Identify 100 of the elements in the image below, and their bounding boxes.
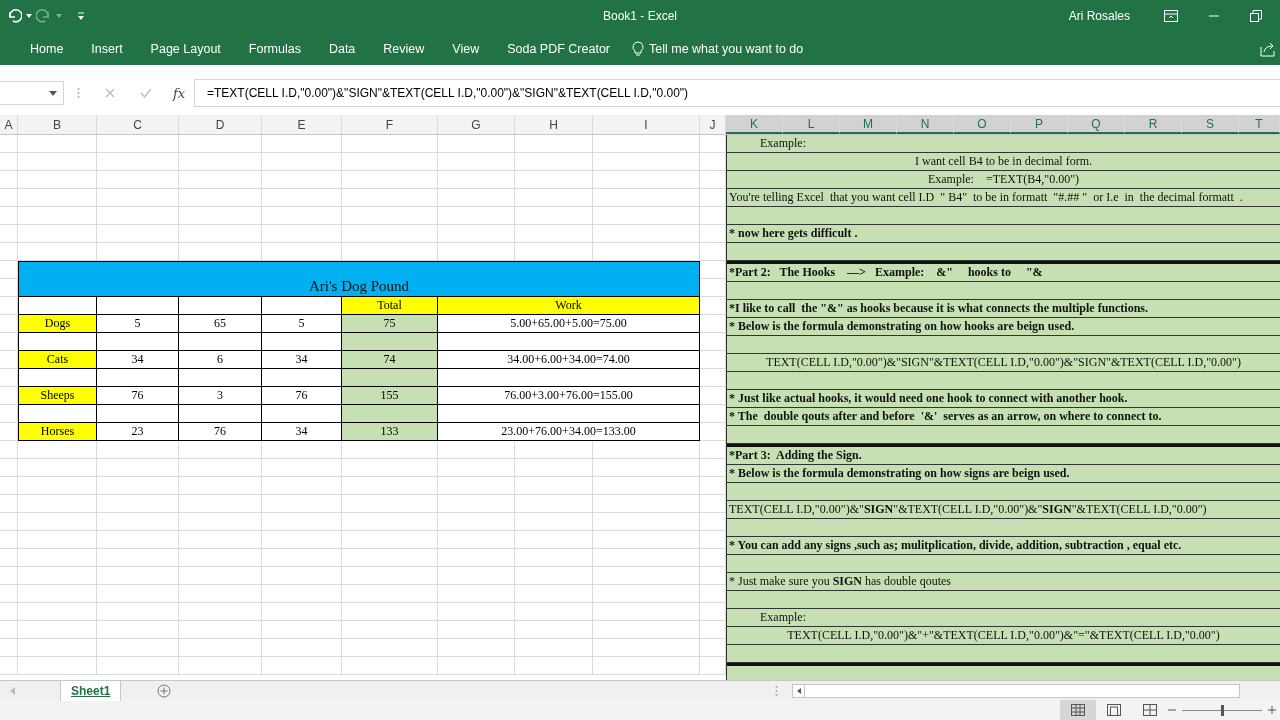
merged-cell: TEXT(CELL I.D,"0.00")&"SIGN"&TEXT(CELL I.D,"0.00")&"SIGN"&TEXT(CELL I.D,"0.00") bbox=[727, 354, 1280, 372]
column-heading: Work bbox=[438, 297, 700, 315]
grip-icon bbox=[76, 87, 80, 99]
customize-icon[interactable] bbox=[76, 11, 86, 21]
zoom-in-icon[interactable] bbox=[1268, 706, 1276, 714]
column-header[interactable]: L bbox=[783, 115, 840, 134]
grid-cell bbox=[0, 603, 18, 621]
grid-cell bbox=[0, 567, 18, 585]
table-cell: 23.00+76.00+34.00=133.00 bbox=[438, 423, 700, 441]
row-label: Horses bbox=[18, 423, 97, 441]
grid-cell bbox=[0, 441, 18, 459]
ribbon-display-icon[interactable] bbox=[1164, 10, 1178, 22]
merged-cell: Example: bbox=[727, 135, 1280, 153]
table-cell: 76 bbox=[262, 387, 342, 405]
column-header[interactable]: A bbox=[0, 115, 18, 134]
row-label: Cats bbox=[18, 351, 97, 369]
column-header[interactable]: I bbox=[593, 115, 700, 134]
merged-cell: * now here gets difficult . bbox=[727, 225, 1280, 243]
horizontal-scrollbar[interactable] bbox=[792, 683, 1240, 698]
total-cell: 155 bbox=[342, 387, 438, 405]
column-header[interactable]: G bbox=[438, 115, 515, 134]
column-header[interactable]: R bbox=[1125, 115, 1182, 134]
merged-cell: TEXT(CELL I.D,"0.00")&"SIGN"&TEXT(CELL I.D,"0.00")&"SIGN"&TEXT(CELL I.D,"0.00") bbox=[727, 501, 1280, 519]
grid-cell bbox=[0, 189, 18, 207]
table-cell: 65 bbox=[179, 315, 262, 333]
caret-icon[interactable] bbox=[49, 90, 57, 96]
column-header[interactable]: Q bbox=[1068, 115, 1125, 134]
grid-cell bbox=[0, 207, 18, 225]
column-header[interactable]: D bbox=[179, 115, 262, 134]
grid-cell bbox=[0, 585, 18, 603]
merged-cell: * Just like actual hooks, it would need one hook to connect with another hook. bbox=[727, 390, 1280, 408]
grid-cell bbox=[0, 171, 18, 189]
insert-function-button[interactable]: fx bbox=[164, 85, 194, 101]
column-header[interactable]: N bbox=[897, 115, 954, 134]
grid-cell bbox=[0, 549, 18, 567]
page-icon bbox=[1107, 704, 1121, 716]
tell-me-search[interactable]: Tell me what you want to do bbox=[624, 32, 812, 65]
column-heading: Total bbox=[342, 297, 438, 315]
table-cell: 3 bbox=[179, 387, 262, 405]
grid-cell bbox=[0, 639, 18, 657]
column-header[interactable]: O bbox=[954, 115, 1011, 134]
merged-cell: Example: =TEXT(B4,"0.00") bbox=[727, 171, 1280, 189]
total-cell: 74 bbox=[342, 351, 438, 369]
ribbon-tab[interactable]: Review bbox=[369, 32, 439, 65]
lightbulb-icon bbox=[632, 40, 644, 57]
share-icon[interactable] bbox=[1260, 40, 1276, 57]
grid-cell bbox=[0, 621, 18, 639]
grid-cell bbox=[0, 459, 18, 477]
user-name: Ari Rosales bbox=[1068, 9, 1130, 23]
merged-cell: You're telling Excel that you want cell I.D " B4" to be in formatt "#.## " or I.e in the decimal formatt . bbox=[727, 189, 1280, 207]
caret-icon bbox=[56, 13, 62, 19]
ribbon-tab[interactable]: Home bbox=[16, 32, 78, 65]
merged-cell: Example: bbox=[727, 609, 1280, 627]
check-icon[interactable] bbox=[140, 88, 152, 98]
ribbon-tab[interactable]: Soda PDF Creator bbox=[493, 32, 624, 65]
add-sheet-icon[interactable] bbox=[157, 683, 172, 698]
table-cell: 34 bbox=[262, 423, 342, 441]
table-cell: 5 bbox=[262, 315, 342, 333]
table-cell: 6 bbox=[179, 351, 262, 369]
normal-view-button[interactable] bbox=[1060, 700, 1096, 720]
caret-icon[interactable] bbox=[26, 13, 32, 19]
column-header[interactable]: B bbox=[18, 115, 97, 134]
merged-cell: TEXT(CELL I.D,"0.00")&"+"&TEXT(CELL I.D,"0.00")&"="&TEXT(CELL I.D,"0.00") bbox=[727, 627, 1280, 645]
undo-icon[interactable] bbox=[6, 8, 22, 24]
ribbon-tab[interactable]: Insert bbox=[77, 32, 137, 65]
grid-cell bbox=[0, 513, 18, 531]
row-label: Dogs bbox=[18, 315, 97, 333]
merged-cell: * Below is the formula demonstrating on how signs are beign used. bbox=[727, 465, 1280, 483]
restore-icon[interactable] bbox=[1250, 10, 1262, 22]
grid-cell bbox=[0, 495, 18, 513]
page-break-icon bbox=[1143, 704, 1157, 716]
ribbon-tab[interactable]: Page Layout bbox=[136, 32, 235, 65]
column-header[interactable]: S bbox=[1182, 115, 1239, 134]
sheet-tab[interactable]: Sheet1 bbox=[60, 680, 122, 701]
ribbon-tab[interactable]: Formulas bbox=[234, 32, 315, 65]
grid-icon bbox=[1071, 704, 1085, 716]
column-header[interactable]: P bbox=[1011, 115, 1068, 134]
column-header[interactable]: F bbox=[342, 115, 438, 134]
grid-cell bbox=[0, 657, 18, 675]
ribbon-tab[interactable]: Data bbox=[314, 32, 370, 65]
zoom-slider[interactable] bbox=[1220, 704, 1224, 716]
column-header[interactable]: C bbox=[97, 115, 179, 134]
merged-cell: *I like to call the "&" as hooks because it is what connects the multiple functions. bbox=[727, 300, 1280, 318]
redo-icon bbox=[36, 8, 52, 24]
formula-field[interactable]: =TEXT(CELL I.D,"0.00")&"SIGN"&TEXT(CELL I.D,"0.00")&"SIGN"&TEXT(CELL I.D,"0.00") bbox=[194, 79, 1280, 107]
table-cell: 34 bbox=[97, 351, 179, 369]
merged-cell: * The double qouts after and before '&' serves as an arrow, on where to connect to. bbox=[727, 408, 1280, 426]
grid-cell bbox=[0, 477, 18, 495]
column-header[interactable]: H bbox=[515, 115, 593, 134]
column-header[interactable]: K bbox=[726, 115, 783, 134]
table-cell: 5 bbox=[97, 315, 179, 333]
column-header[interactable]: E bbox=[262, 115, 342, 134]
grid-cell bbox=[0, 243, 18, 261]
column-header[interactable]: M bbox=[840, 115, 897, 134]
table-cell: 5.00+65.00+5.00=75.00 bbox=[438, 315, 700, 333]
column-header[interactable]: T bbox=[1239, 115, 1280, 134]
ribbon-tab[interactable]: View bbox=[438, 32, 494, 65]
total-cell: 133 bbox=[342, 423, 438, 441]
merged-cell: I want cell B4 to be in decimal form. bbox=[727, 153, 1280, 171]
grid-cell bbox=[0, 531, 18, 549]
